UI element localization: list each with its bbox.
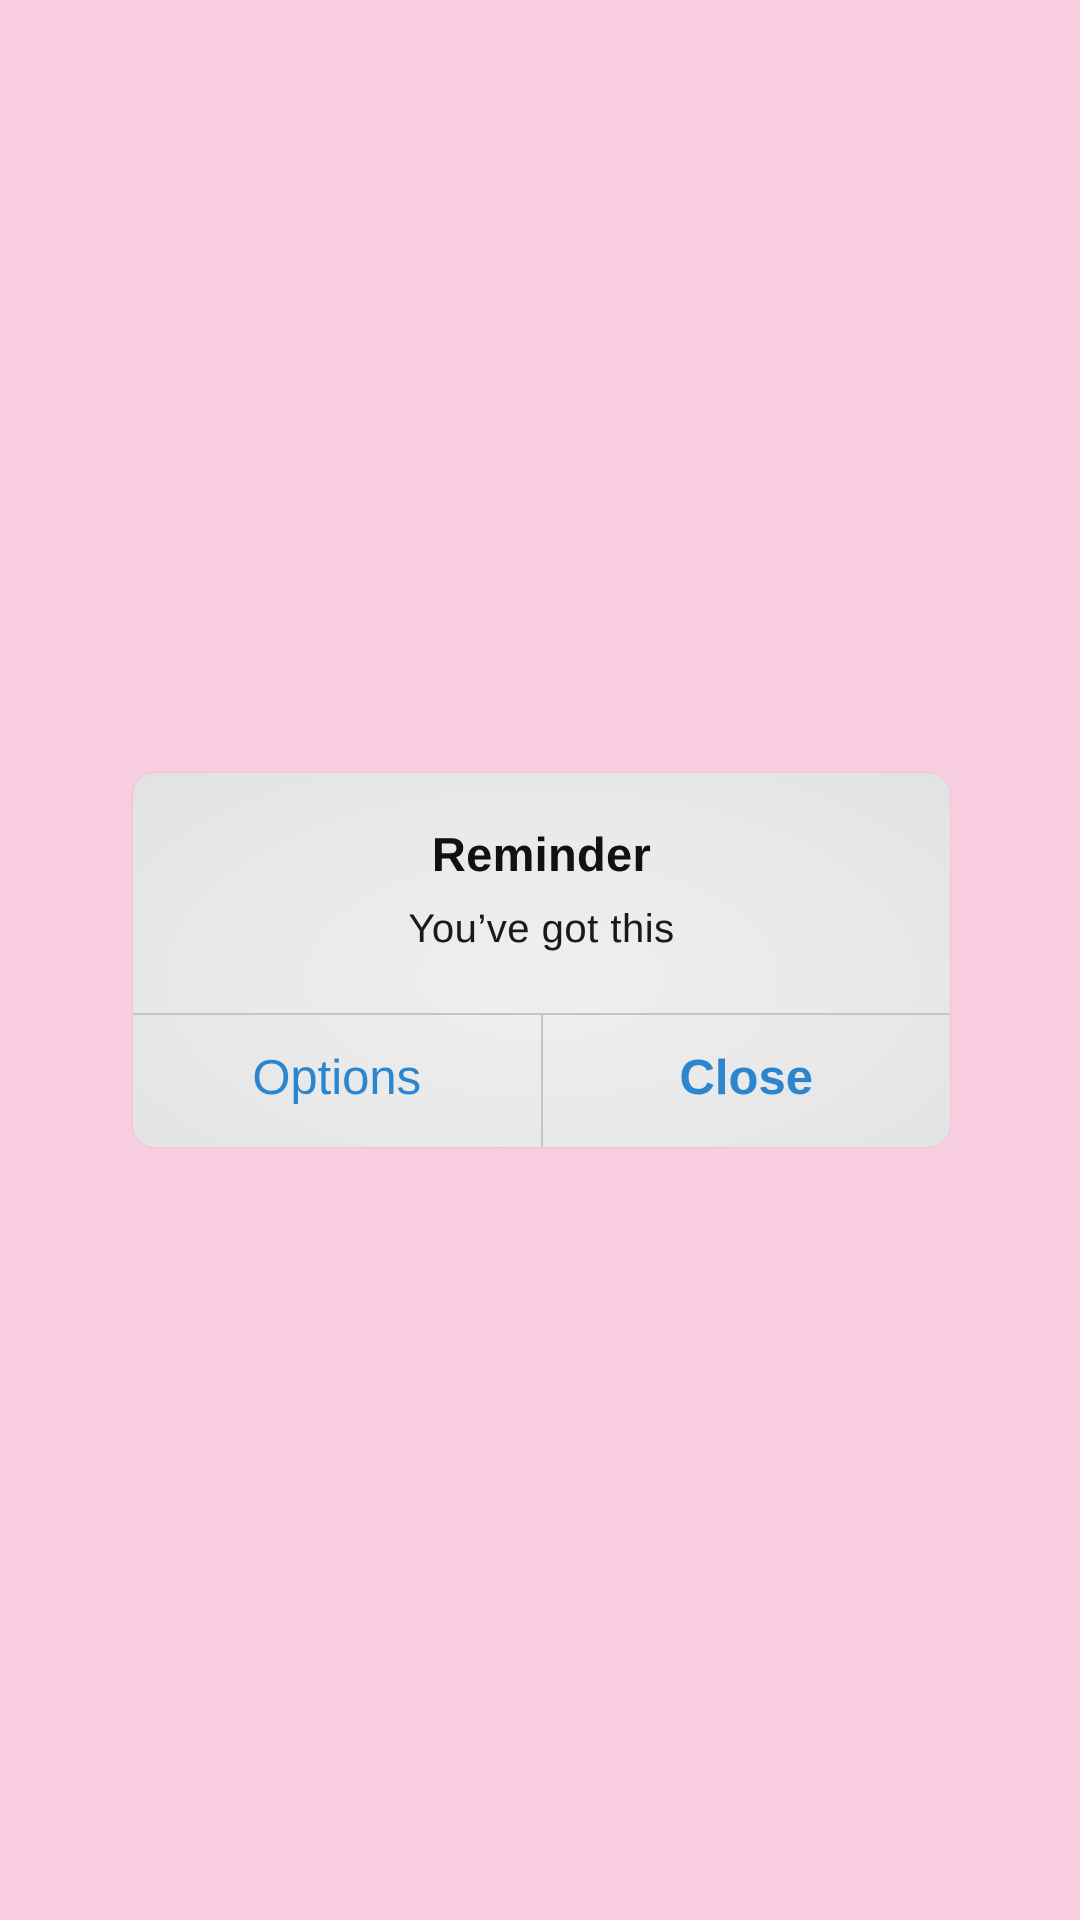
options-button[interactable]: Options: [133, 1015, 541, 1147]
alert-dialog: Reminder You’ve got this Options Close: [133, 773, 950, 1147]
close-button[interactable]: Close: [543, 1015, 951, 1147]
alert-body: Reminder You’ve got this: [133, 773, 950, 1013]
alert-title: Reminder: [431, 828, 652, 881]
screen-background: Reminder You’ve got this Options Close: [0, 0, 1080, 1920]
alert-actions: Options Close: [133, 1015, 950, 1147]
alert-message: You’ve got this: [408, 907, 675, 951]
